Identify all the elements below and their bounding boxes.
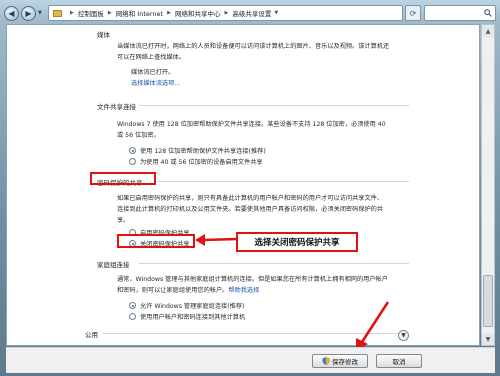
breadcrumb[interactable]: ▶ 控制面板 ▶ 网络和 Internet ▶ 网络和共享中心 ▶ 高级共享设置… bbox=[48, 5, 403, 21]
vertical-scrollbar[interactable]: ▲ ▼ bbox=[481, 24, 495, 346]
file-sharing-title: 文件共享连接 bbox=[97, 103, 136, 111]
radio-button[interactable] bbox=[129, 302, 136, 309]
search-icon bbox=[484, 9, 492, 17]
history-dropdown-icon[interactable]: ▼ bbox=[38, 6, 45, 21]
annotation-callout: 选择关闭密码保护共享 bbox=[236, 232, 358, 252]
radio-128bit-encryption[interactable]: 使用 128 位加密帮助保护文件共享连接(推荐) bbox=[129, 146, 266, 155]
uac-shield-icon bbox=[322, 357, 330, 365]
radio-40-56bit-encryption[interactable]: 为使用 40 或 56 位加密的设备启用文件共享 bbox=[129, 157, 263, 166]
public-profile-title[interactable]: 公用 bbox=[85, 329, 98, 339]
chevron-down-icon[interactable]: ▼ bbox=[398, 330, 409, 341]
breadcrumb-advanced-sharing[interactable]: 高级共享设置 bbox=[232, 8, 271, 18]
scrollbar-thumb[interactable] bbox=[483, 275, 493, 327]
folder-icon bbox=[53, 9, 62, 17]
save-changes-button[interactable]: 保存修改 bbox=[312, 354, 368, 368]
advanced-sharing-settings-panel: 媒体 当媒体流已打开时，网络上的人员和设备便可以访问该计算机上的图片、音乐以及视… bbox=[6, 24, 480, 346]
file-sharing-description: Windows 7 使用 128 位加密帮助保护文件共享连接。某些设备不支持 1… bbox=[117, 121, 386, 139]
media-status: 媒体流已打开。 bbox=[131, 69, 175, 76]
search-input[interactable] bbox=[424, 5, 496, 21]
choose-media-options-link[interactable]: 选择媒体流选项... bbox=[131, 78, 180, 89]
homegroup-title: 家庭组连接 bbox=[97, 261, 130, 269]
dialog-footer: 保存修改 取消 bbox=[6, 347, 495, 373]
radio-windows-manage-homegroup[interactable]: 允许 Windows 管理家庭组连接(推荐) bbox=[129, 301, 244, 310]
radio-button[interactable] bbox=[129, 313, 136, 320]
homegroup-description: 通常，Windows 管理与其他家庭组计算机的连接。但是如果您在所有计算机上拥有… bbox=[117, 276, 388, 294]
forward-arrow-icon[interactable]: ▶ bbox=[21, 5, 36, 21]
password-sharing-description: 如果已启用密码保护的共享，则只有具备此计算机的用户帐户和密码的用户才可以访问共享… bbox=[117, 195, 384, 224]
highlight-disable-option bbox=[117, 234, 195, 248]
media-section-title: 媒体 bbox=[97, 31, 110, 39]
radio-button[interactable] bbox=[129, 147, 136, 154]
cancel-button[interactable]: 取消 bbox=[376, 354, 422, 368]
highlight-password-sharing-title bbox=[90, 172, 156, 185]
breadcrumb-network-sharing-center[interactable]: 网络和共享中心 bbox=[175, 8, 221, 18]
breadcrumb-network-internet[interactable]: 网络和 Internet bbox=[116, 8, 163, 18]
radio-use-account-password[interactable]: 使用用户帐户和密码连接到其他计算机 bbox=[129, 312, 245, 321]
scroll-down-icon[interactable]: ▼ bbox=[482, 333, 494, 345]
explorer-window: ◀ ▶ ▼ ▶ 控制面板 ▶ 网络和 Internet ▶ 网络和共享中心 ▶ … bbox=[0, 0, 500, 376]
address-bar-row: ◀ ▶ ▼ ▶ 控制面板 ▶ 网络和 Internet ▶ 网络和共享中心 ▶ … bbox=[4, 3, 496, 23]
help-me-choose-link[interactable]: 帮助我选择 bbox=[228, 287, 259, 294]
radio-button[interactable] bbox=[129, 158, 136, 165]
annotation-arrow-left-icon bbox=[195, 234, 238, 246]
back-arrow-icon[interactable]: ◀ bbox=[4, 5, 19, 21]
annotation-arrow-down-icon bbox=[356, 301, 390, 352]
breadcrumb-control-panel[interactable]: 控制面板 bbox=[78, 8, 104, 18]
media-description: 当媒体流已打开时，网络上的人员和设备便可以访问该计算机上的图片、音乐以及视频。该… bbox=[117, 43, 390, 61]
refresh-icon[interactable]: ⟳ bbox=[405, 5, 421, 21]
scroll-up-icon[interactable]: ▲ bbox=[482, 25, 494, 37]
